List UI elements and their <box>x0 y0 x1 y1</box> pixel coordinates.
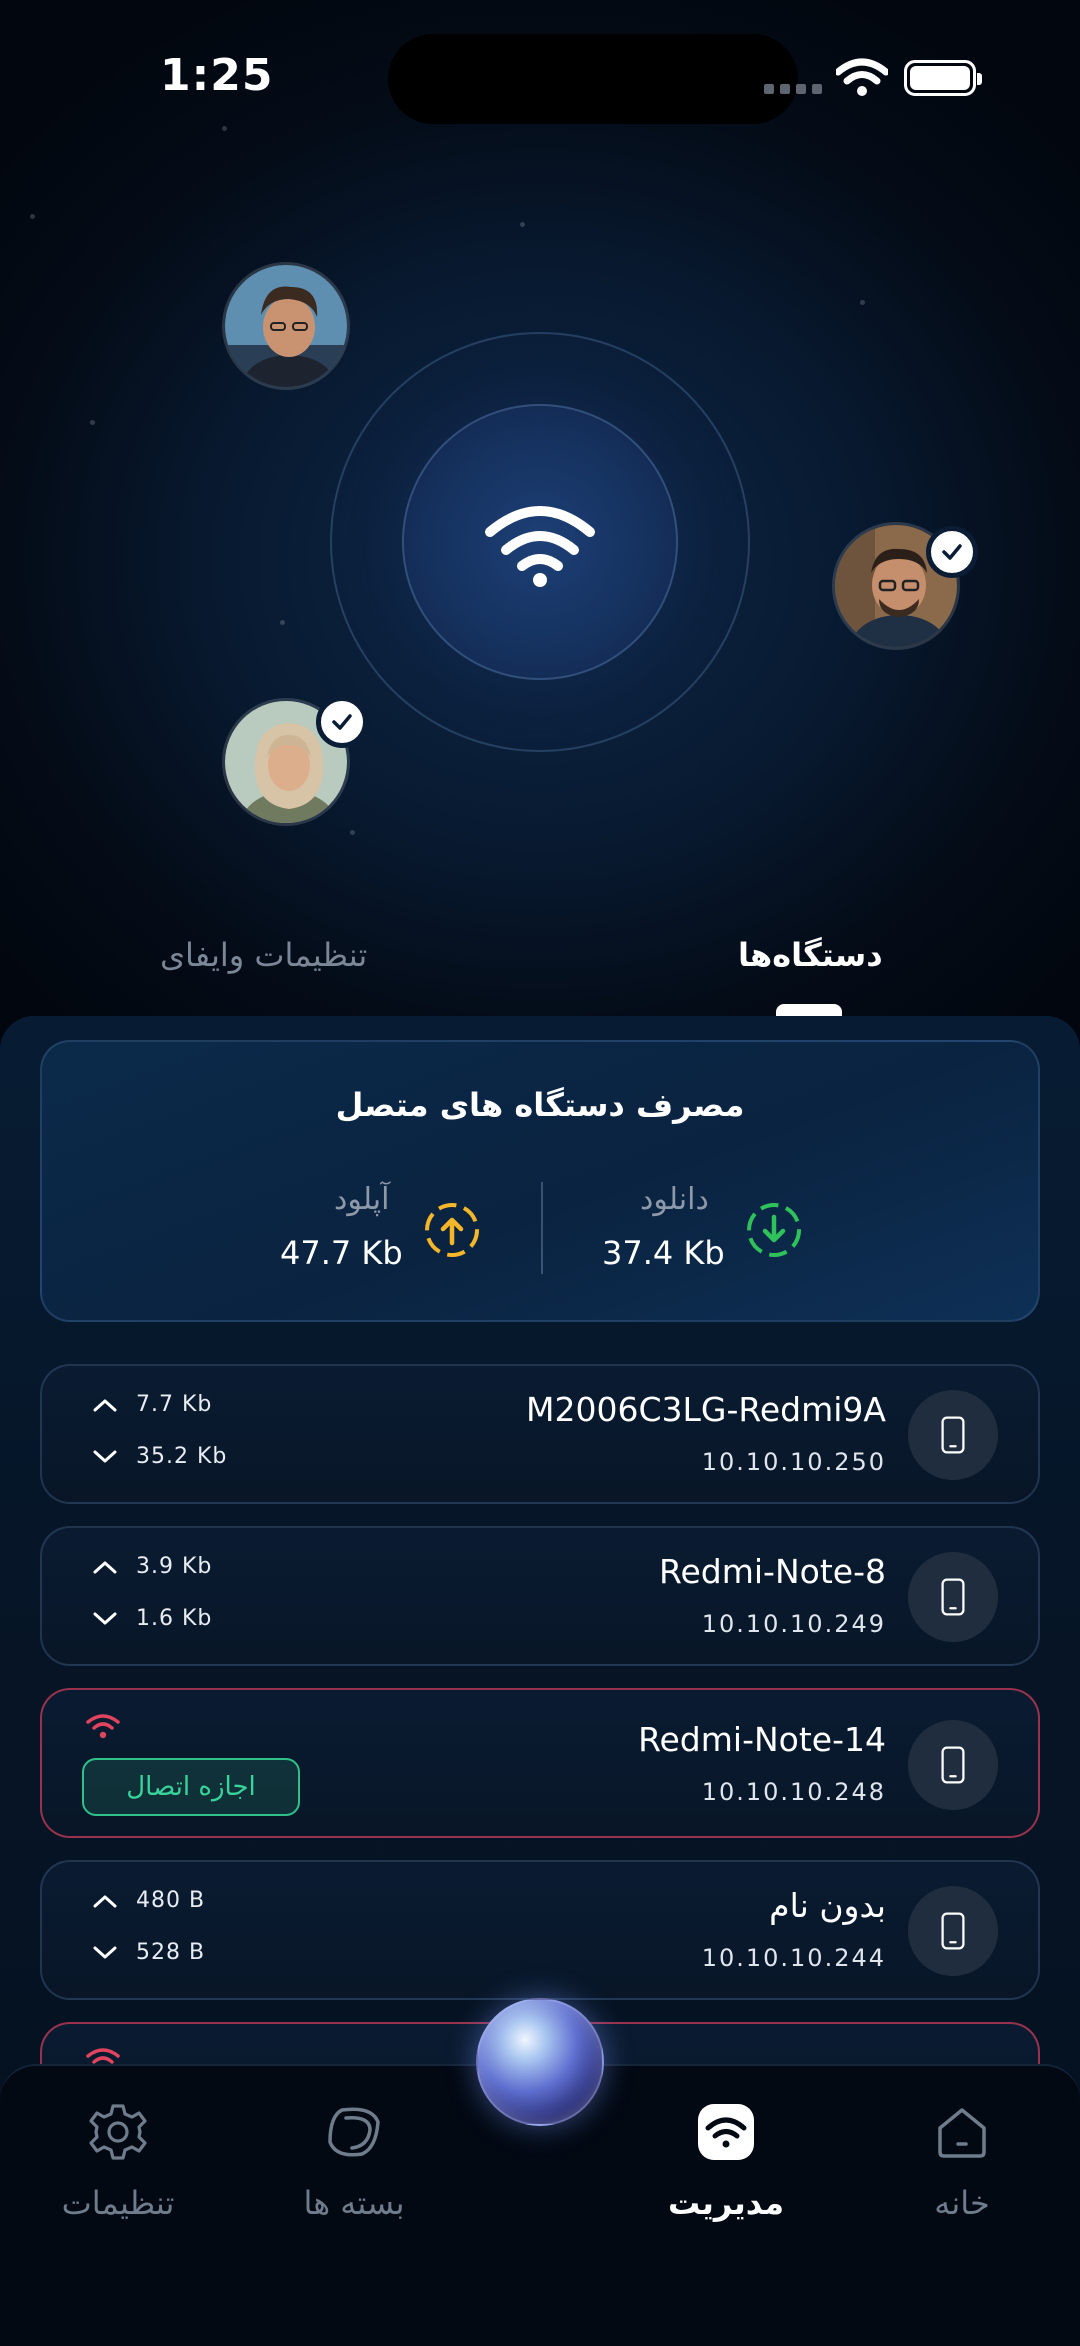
device-card[interactable]: Redmi-Note-8 10.10.10.249 3.9 Kb 1.6 Kb <box>40 1526 1040 1666</box>
phone-icon <box>908 1390 998 1480</box>
background-speck <box>520 222 525 227</box>
wifi-status-icon <box>836 58 888 96</box>
device-name: Redmi-Note-14 <box>638 1720 886 1759</box>
connected-check-icon <box>926 526 978 578</box>
download-arrow-icon <box>747 1203 801 1257</box>
device-upload-value: 7.7 Kb <box>136 1392 213 1417</box>
cellular-signal-icon <box>764 84 822 94</box>
dynamic-island <box>388 34 798 124</box>
usage-title: مصرف دستگاه های متصل <box>335 1086 745 1124</box>
phone-icon <box>908 1720 998 1810</box>
device-upload-value: 480 B <box>136 1888 206 1913</box>
nav-label: تنظیمات <box>61 2184 175 2222</box>
nav-label: مدیریت <box>667 2184 785 2222</box>
download-label: دانلود <box>640 1182 709 1217</box>
device-name: بدون نام <box>769 1886 886 1925</box>
upload-label: آپلود <box>334 1182 390 1217</box>
download-value: 37.4 Kb <box>602 1234 725 1272</box>
device-upload: 480 B <box>92 1888 205 1913</box>
device-download-value: 1.6 Kb <box>136 1606 213 1631</box>
background-speck <box>222 126 227 131</box>
device-upload: 3.9 Kb <box>92 1554 212 1579</box>
battery-icon <box>904 60 982 96</box>
chevron-up-icon <box>93 1895 117 1907</box>
background-speck <box>90 420 95 425</box>
tab-devices[interactable]: دستگاه‌ها <box>738 936 883 974</box>
device-card[interactable]: بدون نام 10.10.10.244 480 B 528 B <box>40 1860 1040 2000</box>
device-name: M2006C3LG-Redmi9A <box>526 1390 886 1429</box>
phone-icon <box>908 1886 998 1976</box>
app-screen: 1:25 <box>0 0 1080 2346</box>
device-card-blocked[interactable]: Redmi-Note-14 10.10.10.248 اجازه اتصال <box>40 1688 1040 1838</box>
nav-label: خانه <box>934 2184 990 2222</box>
upload-value: 47.7 Kb <box>280 1234 403 1272</box>
device-download: 528 B <box>92 1940 205 1965</box>
chevron-up-icon <box>93 1561 117 1573</box>
device-download: 1.6 Kb <box>92 1606 212 1631</box>
packages-icon <box>328 2107 380 2157</box>
device-ip: 10.10.10.249 <box>701 1610 886 1638</box>
device-download-value: 35.2 Kb <box>136 1444 228 1469</box>
wifi-hub-icon <box>485 506 595 587</box>
background-speck <box>860 300 865 305</box>
blocked-wifi-icon <box>86 1714 120 1739</box>
tab-wifi-settings[interactable]: تنظیمات وایفای <box>160 936 367 974</box>
upload-arrow-icon <box>425 1203 479 1257</box>
status-time: 1:25 <box>160 50 274 101</box>
usage-divider <box>541 1182 543 1274</box>
assistant-orb[interactable] <box>476 1998 604 2126</box>
usage-summary-card: مصرف دستگاه های متصل دانلود 37.4 Kb آپلو… <box>40 1040 1040 1322</box>
background-speck <box>30 214 35 219</box>
device-download: 35.2 Kb <box>92 1444 227 1469</box>
chevron-up-icon <box>93 1399 117 1411</box>
allow-connection-button[interactable]: اجازه اتصال <box>82 1758 300 1816</box>
device-upload-value: 3.9 Kb <box>136 1554 213 1579</box>
device-ip: 10.10.10.244 <box>701 1944 886 1972</box>
settings-gear-icon <box>89 2104 147 2160</box>
device-ip: 10.10.10.248 <box>701 1778 886 1806</box>
background-speck <box>280 620 285 625</box>
phone-icon <box>908 1552 998 1642</box>
device-ip: 10.10.10.250 <box>701 1448 886 1476</box>
device-name: Redmi-Note-8 <box>659 1552 886 1591</box>
nav-label: بسته ها <box>303 2184 405 2222</box>
chevron-down-icon <box>93 1450 117 1462</box>
device-card[interactable]: M2006C3LG-Redmi9A 10.10.10.250 7.7 Kb 35… <box>40 1364 1040 1504</box>
home-icon <box>938 2108 986 2158</box>
connected-check-icon <box>316 696 368 748</box>
connected-user-avatar[interactable] <box>222 262 350 390</box>
wifi-management-icon <box>698 2104 754 2160</box>
chevron-down-icon <box>93 1946 117 1958</box>
background-speck <box>350 830 355 835</box>
device-upload: 7.7 Kb <box>92 1392 212 1417</box>
chevron-down-icon <box>93 1612 117 1624</box>
device-download-value: 528 B <box>136 1940 206 1965</box>
